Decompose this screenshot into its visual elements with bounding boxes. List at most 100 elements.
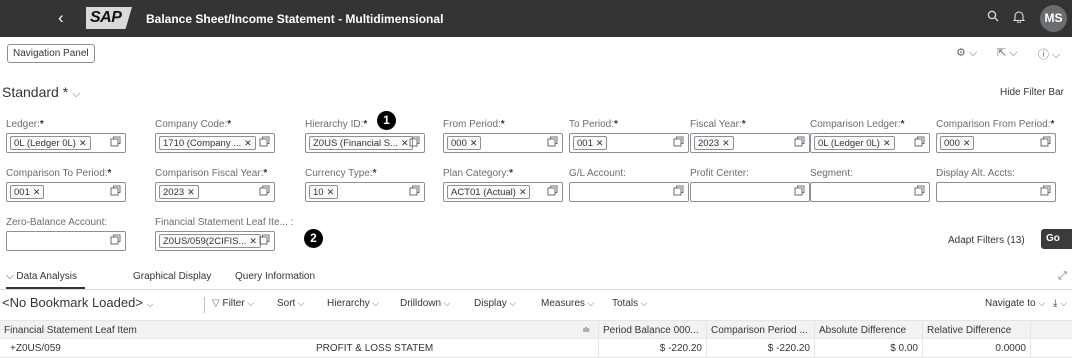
value-help-icon[interactable] (914, 185, 925, 196)
menu-drilldown[interactable]: Drilldown ⌵ (400, 298, 450, 309)
remove-token-icon[interactable]: ✕ (963, 138, 971, 148)
filter-input[interactable]: 000 ✕ (936, 133, 1056, 153)
column-header-leaf-item[interactable]: Financial Statement Leaf Item ≐ (0, 321, 598, 340)
filter-token[interactable]: ACT01 (Actual) ✕ (447, 185, 531, 199)
filter-token[interactable]: 2023 ✕ (159, 185, 199, 199)
user-avatar[interactable]: MS (1040, 5, 1067, 32)
menu-measures[interactable]: Measures ⌵ (541, 298, 594, 309)
menu-sort[interactable]: Sort ⌵ (277, 298, 305, 309)
filter-input[interactable]: 10 ✕ (305, 182, 425, 202)
bookmark-selector[interactable]: <No Bookmark Loaded> ⌵ (2, 295, 153, 310)
remove-token-icon[interactable]: ✕ (883, 138, 891, 148)
filter-input[interactable]: 2023 ✕ (690, 133, 810, 153)
filter-input[interactable]: 000 ✕ (443, 133, 563, 153)
filter-input[interactable] (569, 182, 689, 202)
export-download-icon[interactable]: ⤓ ⌵ (1053, 298, 1067, 309)
tab-query-information[interactable]: Query Information (235, 271, 315, 282)
remove-token-icon[interactable]: ✕ (722, 138, 730, 148)
filter-input[interactable]: Z0US/059(2CIFIS... ✕ (155, 231, 275, 251)
required-indicator: * (227, 119, 232, 130)
column-header-comparison-period[interactable]: Comparison Period ... (706, 321, 814, 340)
table-row[interactable]: +Z0US/059 PROFIT & LOSS STATEM $ -220.20… (0, 339, 1072, 358)
value-help-icon[interactable] (673, 185, 684, 196)
hide-filter-bar-link[interactable]: Hide Filter Bar (1000, 87, 1064, 98)
filter-input[interactable]: 1710 (Company ... ✕ (155, 133, 275, 153)
filter-token[interactable]: Z0US (Financial S... ✕ (309, 136, 413, 150)
row-item-cell[interactable]: +Z0US/059 (0, 339, 310, 358)
filter-token[interactable]: Z0US/059(2CIFIS... ✕ (159, 234, 261, 248)
column-header-absolute-difference[interactable]: Absolute Difference (814, 321, 922, 340)
filter-input[interactable]: 2023 ✕ (155, 182, 275, 202)
back-icon[interactable]: ‹ (58, 8, 64, 28)
value-help-icon[interactable] (1040, 136, 1051, 147)
navigate-to-menu[interactable]: Navigate to ⌵ (985, 298, 1045, 309)
remove-token-icon[interactable]: ✕ (596, 138, 604, 148)
remove-token-icon[interactable]: ✕ (519, 187, 527, 197)
filter-token[interactable]: 2023 ✕ (694, 136, 734, 150)
remove-token-icon[interactable]: ✕ (470, 138, 478, 148)
remove-token-icon[interactable]: ✕ (79, 138, 87, 148)
value-help-icon[interactable] (259, 185, 270, 196)
filter-input[interactable]: Z0US (Financial S... ✕ (305, 133, 425, 153)
filter-token[interactable]: 000 ✕ (447, 136, 482, 150)
tab-graphical-display[interactable]: Graphical Display (133, 271, 211, 282)
filter-token[interactable]: 1710 (Company ... ✕ (159, 136, 256, 150)
filter-input[interactable] (690, 182, 810, 202)
help-icon[interactable]: ⓘ ⌵ (1038, 46, 1060, 62)
navigation-panel-button[interactable]: Navigation Panel (7, 44, 95, 63)
value-help-icon[interactable] (673, 136, 684, 147)
fullscreen-icon[interactable]: ⤢ (1058, 270, 1067, 283)
value-help-icon[interactable] (547, 136, 558, 147)
remove-token-icon[interactable]: ✕ (327, 187, 335, 197)
value-help-icon[interactable] (110, 185, 121, 196)
filter-token[interactable]: 10 ✕ (309, 185, 339, 199)
remove-token-icon[interactable]: ✕ (249, 236, 257, 246)
tab-data-analysis[interactable]: ⌵ Data Analysis (6, 271, 77, 282)
menu-display[interactable]: Display ⌵ (474, 298, 516, 309)
column-menu-icon[interactable]: ≐ (582, 321, 590, 340)
filter-label: Profit Center: (690, 167, 810, 180)
filter-input[interactable]: ACT01 (Actual) ✕ (443, 182, 563, 202)
filter-label: Comparison From Period:* (936, 118, 1056, 131)
menu-hierarchy[interactable]: Hierarchy ⌵ (327, 298, 379, 309)
filter-input[interactable]: 001 ✕ (6, 182, 126, 202)
settings-gear-icon[interactable]: ⚙ ⌵ (956, 46, 977, 60)
remove-token-icon[interactable]: ✕ (33, 187, 41, 197)
filter-input[interactable] (936, 182, 1056, 202)
remove-token-icon[interactable]: ✕ (187, 187, 195, 197)
value-help-icon[interactable] (547, 185, 558, 196)
adapt-filters-button[interactable]: Adapt Filters (13) (948, 235, 1025, 246)
column-header-relative-difference[interactable]: Relative Difference (922, 321, 1030, 340)
value-help-icon[interactable] (259, 136, 270, 147)
menu-filter[interactable]: ▽ Filter ⌵ (212, 298, 254, 309)
share-icon[interactable]: ⇱ ⌵ (997, 46, 1018, 60)
notifications-bell-icon[interactable] (1012, 10, 1026, 26)
value-help-icon[interactable] (794, 136, 805, 147)
value-help-icon[interactable] (110, 234, 121, 245)
filter-input[interactable]: 001 ✕ (569, 133, 689, 153)
remove-token-icon[interactable]: ✕ (244, 138, 252, 148)
filter-token[interactable]: 001 ✕ (10, 185, 45, 199)
value-help-icon[interactable] (409, 136, 420, 147)
remove-token-icon[interactable]: ✕ (401, 138, 409, 148)
value-help-icon[interactable] (914, 136, 925, 147)
filter-input[interactable] (6, 231, 126, 251)
value-help-icon[interactable] (259, 234, 270, 245)
filter-token[interactable]: 0L (Ledger 0L) ✕ (10, 136, 91, 150)
go-button[interactable]: Go (1041, 229, 1072, 249)
value-help-icon[interactable] (110, 136, 121, 147)
value-help-icon[interactable] (1040, 185, 1051, 196)
filter-token[interactable]: 0L (Ledger 0L) ✕ (814, 136, 895, 150)
filter-token[interactable]: 001 ✕ (573, 136, 608, 150)
sap-logo[interactable]: SAP (86, 7, 132, 29)
filter-input[interactable]: 0L (Ledger 0L) ✕ (6, 133, 126, 153)
filter-token[interactable]: 000 ✕ (940, 136, 975, 150)
menu-totals[interactable]: Totals ⌵ (612, 298, 647, 309)
filter-input[interactable] (810, 182, 930, 202)
column-header-period-balance[interactable]: Period Balance 000... (598, 321, 706, 340)
filter-input[interactable]: 0L (Ledger 0L) ✕ (810, 133, 930, 153)
value-help-icon[interactable] (794, 185, 805, 196)
variant-selector[interactable]: Standard * ⌵ (2, 84, 81, 101)
search-icon[interactable] (987, 10, 999, 25)
value-help-icon[interactable] (409, 185, 420, 196)
